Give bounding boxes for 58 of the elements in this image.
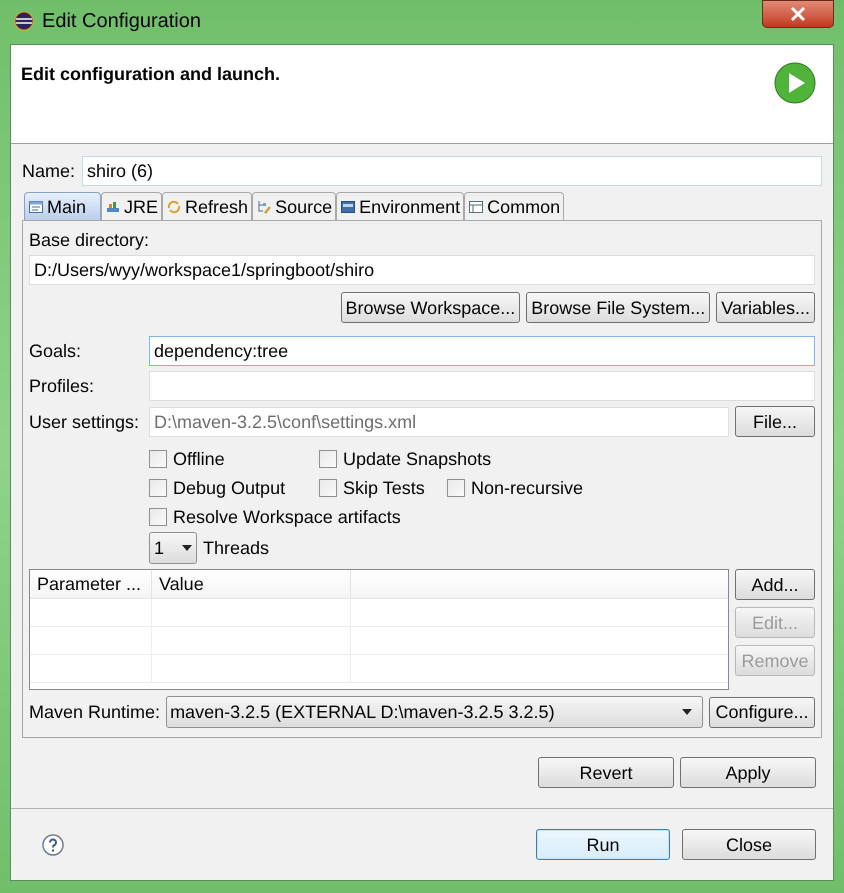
tree-icon: [256, 198, 272, 214]
refresh-icon: [166, 198, 182, 214]
checkbox-label: Debug Output: [173, 477, 286, 499]
tab[interactable]: Common: [464, 192, 564, 220]
tab[interactable]: JRE: [101, 192, 162, 220]
page-icon: [28, 198, 44, 214]
checkbox[interactable]: [149, 450, 167, 468]
button[interactable]: Run: [536, 829, 670, 860]
name-label: Name:: [22, 160, 76, 182]
maven-runtime-label: Maven Runtime:: [29, 701, 160, 723]
button[interactable]: File...: [735, 406, 815, 437]
column-header[interactable]: Value: [152, 570, 351, 598]
help-icon[interactable]: [42, 834, 64, 856]
checkbox-label: Offline: [173, 448, 225, 470]
checkbox-label: Resolve Workspace artifacts: [173, 506, 401, 528]
checkbox[interactable]: [319, 479, 337, 497]
field-label: Goals:: [29, 340, 82, 362]
base-directory-label: Base directory:: [29, 229, 150, 251]
text-field[interactable]: dependency:tree: [149, 336, 815, 366]
text-field[interactable]: [149, 371, 815, 401]
field-label: Profiles:: [29, 375, 96, 397]
checkbox[interactable]: [319, 450, 337, 468]
close-button[interactable]: [762, 0, 834, 28]
threads-label: Threads: [203, 537, 270, 559]
checkbox[interactable]: [149, 479, 167, 497]
close-icon: [790, 7, 806, 21]
button[interactable]: Variables...: [716, 292, 815, 323]
app-icon: [14, 11, 34, 31]
tab[interactable]: Source: [252, 192, 336, 220]
threads-dropdown[interactable]: 1: [149, 532, 197, 564]
tab[interactable]: Environment: [336, 192, 464, 220]
header-message: Edit configuration and launch.: [21, 63, 280, 86]
window-title: Edit Configuration: [42, 10, 201, 32]
button[interactable]: Browse Workspace...: [340, 292, 520, 323]
run-icon: [773, 61, 817, 105]
caret-icon: [682, 709, 692, 715]
button[interactable]: Apply: [680, 757, 816, 788]
column-header[interactable]: Parameter ...: [30, 570, 152, 598]
button[interactable]: Configure...: [709, 696, 815, 728]
tab[interactable]: Refresh: [162, 192, 252, 220]
button[interactable]: Revert: [538, 757, 674, 788]
text-field[interactable]: D:\maven-3.2.5\conf\settings.xml: [149, 406, 729, 436]
tab[interactable]: Main: [24, 192, 102, 220]
button[interactable]: Browse File System...: [526, 292, 710, 323]
checkbox[interactable]: [447, 479, 465, 497]
name-field[interactable]: shiro (6): [82, 156, 822, 186]
window-icon: [340, 198, 356, 214]
checkbox-label: Update Snapshots: [343, 448, 492, 470]
table-icon: [468, 198, 484, 214]
checkbox-label: Skip Tests: [343, 477, 425, 499]
button[interactable]: Close: [682, 829, 816, 860]
maven-runtime-dropdown[interactable]: maven-3.2.5 (EXTERNAL D:\maven-3.2.5 3.2.5): [166, 696, 703, 728]
base-directory-field[interactable]: D:/Users/wyy/workspace1/springboot/shiro: [29, 255, 815, 285]
checkbox-label: Non-recursive: [471, 477, 584, 499]
button[interactable]: Add...: [735, 569, 815, 600]
caret-icon: [182, 545, 192, 551]
field-label: User settings:: [29, 410, 140, 432]
checkbox[interactable]: [149, 508, 167, 526]
